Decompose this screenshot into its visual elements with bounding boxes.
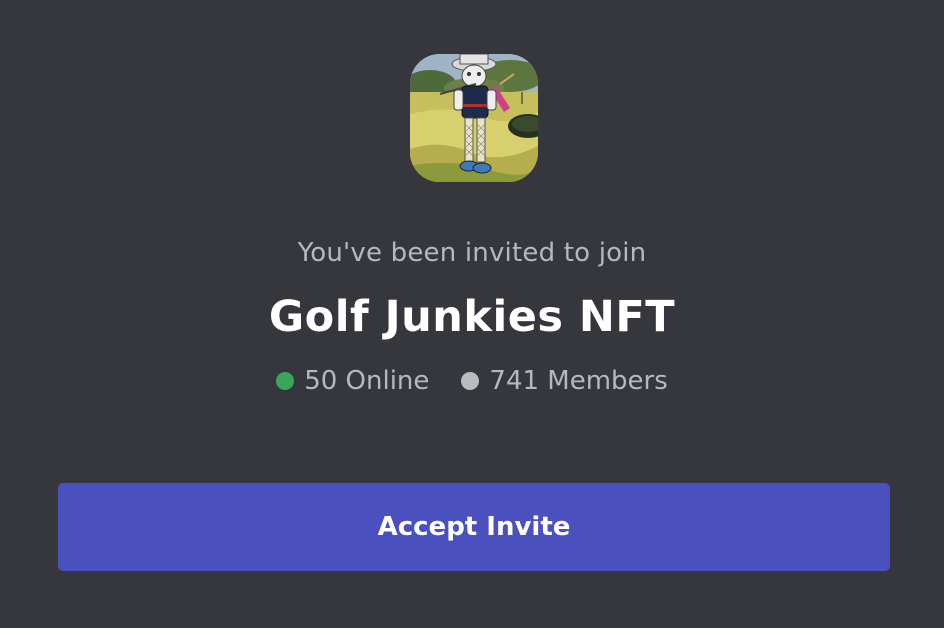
online-stat: 50 Online <box>276 366 429 396</box>
server-stats: 50 Online 741 Members <box>0 366 944 396</box>
online-count: 50 Online <box>304 366 430 396</box>
online-status-dot-icon <box>276 372 295 390</box>
member-count: 741 Members <box>489 366 668 396</box>
members-stat: 741 Members <box>461 366 668 396</box>
golf-character-icon <box>410 54 538 182</box>
members-dot-icon <box>461 372 480 390</box>
invite-subtitle: You've been invited to join <box>297 238 647 268</box>
server-icon <box>410 54 538 182</box>
invite-card: You've been invited to join Golf Junkies… <box>0 0 944 628</box>
server-name: Golf Junkies NFT <box>268 292 676 342</box>
accept-invite-button[interactable]: Accept Invite <box>58 483 890 571</box>
